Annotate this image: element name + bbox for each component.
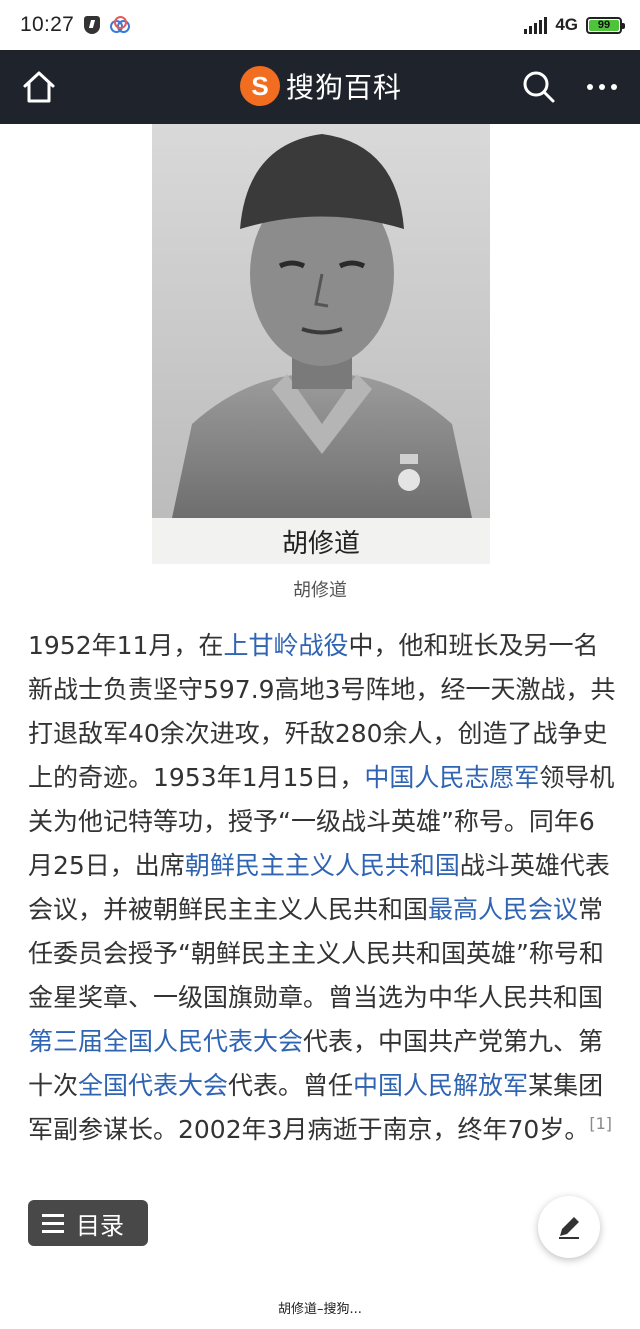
search-button[interactable] <box>520 68 558 106</box>
article-link[interactable]: 第三届全国人民代表大会 <box>28 1027 303 1056</box>
status-bar: 10:27 4G 99 <box>0 0 640 50</box>
more-button[interactable] <box>580 76 624 98</box>
article-link[interactable]: 全国代表大会 <box>78 1071 228 1100</box>
page-title-tag: 胡修道–搜狗... <box>278 1302 362 1317</box>
toc-label: 目录 <box>76 1211 124 1240</box>
network-type: 4G <box>555 15 578 34</box>
pencil-icon <box>559 1217 579 1239</box>
battery-level: 99 <box>597 19 611 31</box>
menu-icon <box>42 1213 64 1233</box>
sogou-baike-logo[interactable]: S 搜狗百科 <box>240 66 402 106</box>
battery-icon: 99 <box>586 16 625 34</box>
more-dot <box>611 84 617 90</box>
article-link[interactable]: 朝鲜民主主义人民共和国 <box>185 851 460 880</box>
article-link[interactable]: 最高人民会议 <box>428 895 578 924</box>
portrait-photo <box>152 124 490 518</box>
toc-button[interactable]: 目录 <box>28 1200 148 1246</box>
app-header: S 搜狗百科 <box>0 50 640 124</box>
article-text: 代表。曾任 <box>228 1071 354 1100</box>
soldier-portrait-illustration <box>152 124 490 518</box>
status-left: 10:27 <box>20 13 131 37</box>
more-dot <box>587 84 593 90</box>
status-right: 4G 99 <box>524 15 625 35</box>
shield-icon <box>84 16 101 34</box>
article-text: 1952年11月，在 <box>28 631 224 660</box>
search-icon <box>523 71 555 103</box>
home-icon <box>23 71 55 103</box>
article-link[interactable]: 中国人民解放军 <box>353 1071 528 1100</box>
edit-button[interactable] <box>538 1196 600 1258</box>
portrait-name-label: 胡修道 <box>152 518 490 564</box>
sogou-logo-icon: S <box>240 66 280 106</box>
more-dot <box>599 84 605 90</box>
article-link[interactable]: 中国人民志愿军 <box>364 763 539 792</box>
signal-icon <box>524 16 548 34</box>
portrait-image[interactable]: 胡修道 <box>152 124 490 564</box>
logo-text: 搜狗百科 <box>286 71 403 104</box>
loop-icon <box>110 16 131 34</box>
status-time: 10:27 <box>20 13 75 36</box>
figure-caption: 胡修道 <box>293 580 347 601</box>
article-body: 1952年11月，在上甘岭战役中，他和班长及另一名新战士负责坚守597.9高地3… <box>28 631 615 1144</box>
article-link[interactable]: 上甘岭战役 <box>223 631 348 660</box>
home-button[interactable] <box>18 66 60 108</box>
reference-marker[interactable]: [1] <box>589 1114 612 1133</box>
article-paragraph: 1952年11月，在上甘岭战役中，他和班长及另一名新战士负责坚守597.9高地3… <box>28 624 618 1152</box>
